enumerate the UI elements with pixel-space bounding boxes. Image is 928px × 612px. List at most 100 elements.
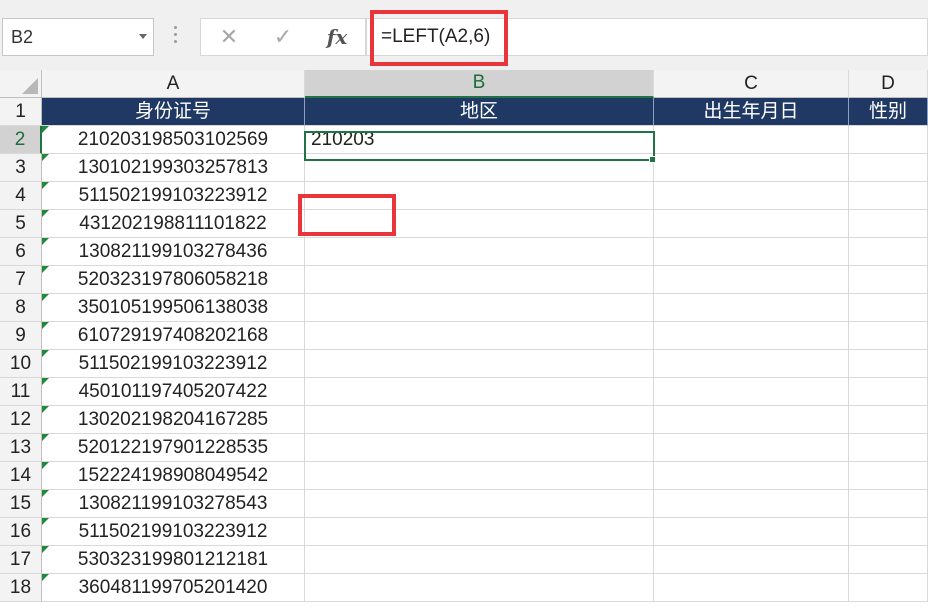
row-header-11[interactable]: 11: [0, 378, 42, 406]
cell-a10[interactable]: 511502199103223912: [42, 350, 305, 378]
cell-c12[interactable]: [654, 406, 849, 434]
cell-d12[interactable]: [849, 406, 928, 434]
row-header-12[interactable]: 12: [0, 406, 42, 434]
drag-handle-icon[interactable]: [174, 26, 178, 46]
cell-d18[interactable]: [849, 574, 928, 602]
cell-c15[interactable]: [654, 490, 849, 518]
cell-a12[interactable]: 130202198204167285: [42, 406, 305, 434]
cell-a3[interactable]: 130102199303257813: [42, 154, 305, 182]
cell-c3[interactable]: [654, 154, 849, 182]
cell-a6[interactable]: 130821199103278436: [42, 238, 305, 266]
cell-d14[interactable]: [849, 462, 928, 490]
cell-a14[interactable]: 152224198908049542: [42, 462, 305, 490]
cell-d5[interactable]: [849, 210, 928, 238]
cell-d9[interactable]: [849, 322, 928, 350]
cell-d13[interactable]: [849, 434, 928, 462]
row-header-18[interactable]: 18: [0, 574, 42, 602]
cell-a18[interactable]: 360481199705201420: [42, 574, 305, 602]
row-header-13[interactable]: 13: [0, 434, 42, 462]
cell-b17[interactable]: [305, 546, 654, 574]
cell-b8[interactable]: [305, 294, 654, 322]
cell-d16[interactable]: [849, 518, 928, 546]
cell-c18[interactable]: [654, 574, 849, 602]
cell-a5[interactable]: 431202198811101822: [42, 210, 305, 238]
cell-c10[interactable]: [654, 350, 849, 378]
row-header-8[interactable]: 8: [0, 294, 42, 322]
header-cell[interactable]: 地区: [305, 98, 654, 126]
row-header-1[interactable]: 1: [0, 98, 42, 126]
cell-b6[interactable]: [305, 238, 654, 266]
header-cell[interactable]: 性别: [849, 98, 928, 126]
cell-b12[interactable]: [305, 406, 654, 434]
cell-c17[interactable]: [654, 546, 849, 574]
chevron-down-icon[interactable]: [139, 34, 147, 39]
row-header-6[interactable]: 6: [0, 238, 42, 266]
cell-b13[interactable]: [305, 434, 654, 462]
cell-d4[interactable]: [849, 182, 928, 210]
name-box[interactable]: B2: [2, 18, 154, 56]
cell-a16[interactable]: 511502199103223912: [42, 518, 305, 546]
row-header-3[interactable]: 3: [0, 154, 42, 182]
row-header-2[interactable]: 2: [0, 126, 42, 154]
row-header-4[interactable]: 4: [0, 182, 42, 210]
cell-a11[interactable]: 450101197405207422: [42, 378, 305, 406]
cell-c9[interactable]: [654, 322, 849, 350]
column-header-a[interactable]: A: [42, 70, 305, 98]
insert-function-button[interactable]: fx: [315, 19, 359, 55]
cell-a8[interactable]: 350105199506138038: [42, 294, 305, 322]
row-header-10[interactable]: 10: [0, 350, 42, 378]
column-header-b[interactable]: B: [305, 70, 654, 98]
cancel-icon[interactable]: ✕: [207, 19, 251, 55]
cell-d17[interactable]: [849, 546, 928, 574]
cell-value: 130821199103278436: [78, 241, 268, 262]
cell-c5[interactable]: [654, 210, 849, 238]
cell-b10[interactable]: [305, 350, 654, 378]
row-header-9[interactable]: 9: [0, 322, 42, 350]
cell-d3[interactable]: [849, 154, 928, 182]
cell-a9[interactable]: 610729197408202168: [42, 322, 305, 350]
cell-c13[interactable]: [654, 434, 849, 462]
column-header-c[interactable]: C: [654, 70, 849, 98]
cell-d6[interactable]: [849, 238, 928, 266]
cell-b18[interactable]: [305, 574, 654, 602]
fill-handle[interactable]: [649, 156, 656, 163]
cell-b16[interactable]: [305, 518, 654, 546]
cell-c6[interactable]: [654, 238, 849, 266]
cell-c11[interactable]: [654, 378, 849, 406]
cell-d10[interactable]: [849, 350, 928, 378]
cell-c7[interactable]: [654, 266, 849, 294]
cell-c8[interactable]: [654, 294, 849, 322]
cell-a17[interactable]: 530323199801212181: [42, 546, 305, 574]
cell-a4[interactable]: 511502199103223912: [42, 182, 305, 210]
row-header-15[interactable]: 15: [0, 490, 42, 518]
cell-d2[interactable]: [849, 126, 928, 154]
cell-b9[interactable]: [305, 322, 654, 350]
select-all-button[interactable]: [0, 70, 42, 98]
row-header-5[interactable]: 5: [0, 210, 42, 238]
cell-d7[interactable]: [849, 266, 928, 294]
check-icon[interactable]: ✓: [261, 19, 305, 55]
cell-a2[interactable]: 210203198503102569: [42, 126, 305, 154]
header-cell[interactable]: 出生年月日: [654, 98, 849, 126]
cell-b15[interactable]: [305, 490, 654, 518]
column-header-d[interactable]: D: [849, 70, 928, 98]
cell-d15[interactable]: [849, 490, 928, 518]
row-header-7[interactable]: 7: [0, 266, 42, 294]
cell-c2[interactable]: [654, 126, 849, 154]
cell-c4[interactable]: [654, 182, 849, 210]
cell-c14[interactable]: [654, 462, 849, 490]
row-header-14[interactable]: 14: [0, 462, 42, 490]
row-header-17[interactable]: 17: [0, 546, 42, 574]
cell-a7[interactable]: 520323197806058218: [42, 266, 305, 294]
cell-c16[interactable]: [654, 518, 849, 546]
cell-a13[interactable]: 520122197901228535: [42, 434, 305, 462]
cell-value: 520323197806058218: [77, 269, 269, 290]
cell-a15[interactable]: 130821199103278543: [42, 490, 305, 518]
header-cell[interactable]: 身份证号: [42, 98, 305, 126]
cell-b7[interactable]: [305, 266, 654, 294]
cell-d8[interactable]: [849, 294, 928, 322]
cell-d11[interactable]: [849, 378, 928, 406]
cell-b11[interactable]: [305, 378, 654, 406]
row-header-16[interactable]: 16: [0, 518, 42, 546]
cell-b14[interactable]: [305, 462, 654, 490]
